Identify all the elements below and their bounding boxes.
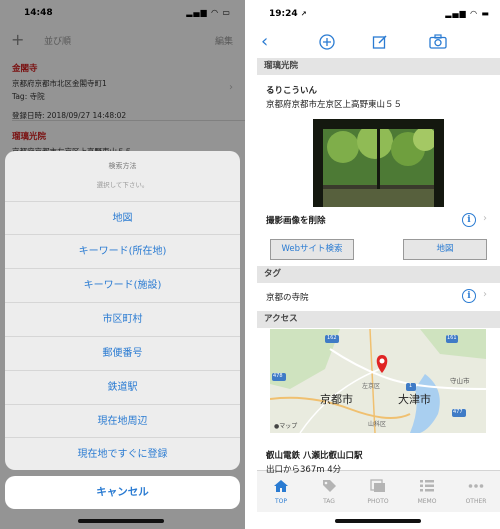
map-label: 守山市 bbox=[450, 377, 470, 385]
home-indicator bbox=[78, 519, 164, 523]
section-header-access: アクセス bbox=[257, 311, 500, 328]
section-header-place: 瑠璃光院 bbox=[257, 58, 500, 75]
camera-icon[interactable] bbox=[429, 34, 447, 53]
screen-gap bbox=[245, 0, 257, 529]
add-circle-icon[interactable] bbox=[319, 34, 335, 54]
map-credit: ●マップ bbox=[274, 423, 298, 430]
action-sheet: 検索方法 選択して下さい。 地図 キーワード(所在地) キーワード(施設) 市区… bbox=[5, 151, 240, 470]
section-header-tag: タグ bbox=[257, 266, 500, 283]
access-walk-time: 出口から367m 4分 bbox=[266, 465, 342, 475]
signal-wifi-battery-icon: ▂▄▆ ◠ ▬ bbox=[445, 9, 490, 18]
option-nearby[interactable]: 現在地周辺 bbox=[5, 404, 240, 437]
access-map[interactable]: 162 478 1 161 477 左京区 守山市 京都市 大津市 山科区 ●マ… bbox=[270, 329, 486, 433]
info-icon[interactable]: i bbox=[462, 289, 476, 303]
compose-icon[interactable] bbox=[372, 34, 388, 54]
info-icon[interactable]: i bbox=[462, 213, 476, 227]
option-keyword-facility[interactable]: キーワード(施設) bbox=[5, 268, 240, 301]
right-phone: 19:24 ↗ ▂▄▆ ◠ ▬ ‹ 瑠璃光院 るりこういん 京都府京都市左京区上… bbox=[257, 0, 500, 529]
place-reading: るりこういん bbox=[266, 86, 318, 96]
tab-other[interactable]: OTHER bbox=[452, 471, 500, 511]
map-button[interactable]: 地図 bbox=[403, 239, 487, 260]
place-address: 京都府京都市左京区上高野東山５５ bbox=[266, 100, 403, 110]
action-sheet-message: 選択して下さい。 bbox=[96, 181, 149, 189]
map-route-label: 477 bbox=[453, 409, 463, 415]
map-route-label: 162 bbox=[327, 335, 337, 341]
tab-bar: TOP TAG PHOTO MEMO OTHER bbox=[257, 470, 500, 512]
status-time: 19:24 ↗ bbox=[269, 9, 307, 19]
chevron-right-icon: › bbox=[483, 213, 487, 224]
more-icon bbox=[468, 484, 484, 488]
left-phone: 14:48 ▂▄▆ ◠ ▭ + 並び順 編集 金閣寺 京都府京都市北区金閣寺町1… bbox=[0, 0, 245, 529]
back-chevron-icon[interactable]: ‹ bbox=[261, 31, 268, 52]
option-register-here[interactable]: 現在地ですぐに登録 bbox=[5, 437, 240, 470]
map-label: 京都市 bbox=[320, 393, 353, 406]
option-station[interactable]: 鉄道駅 bbox=[5, 370, 240, 403]
option-municipality[interactable]: 市区町村 bbox=[5, 302, 240, 335]
option-map[interactable]: 地図 bbox=[5, 201, 240, 234]
location-arrow-icon: ↗ bbox=[300, 10, 307, 18]
tag-icon bbox=[323, 480, 336, 492]
option-keyword-address[interactable]: キーワード(所在地) bbox=[5, 234, 240, 267]
map-route-label: 478 bbox=[273, 373, 283, 379]
list-icon bbox=[420, 480, 434, 492]
screenshot-root: 14:48 ▂▄▆ ◠ ▭ + 並び順 編集 金閣寺 京都府京都市北区金閣寺町1… bbox=[0, 0, 500, 529]
home-indicator bbox=[335, 519, 421, 523]
map-label: 左京区 bbox=[362, 383, 381, 390]
map-label: 大津市 bbox=[398, 393, 431, 406]
tab-photo[interactable]: PHOTO bbox=[354, 471, 402, 511]
place-photo[interactable] bbox=[313, 119, 444, 207]
home-icon bbox=[274, 480, 288, 492]
chevron-right-icon: › bbox=[483, 289, 487, 300]
website-search-button[interactable]: Webサイト検索 bbox=[270, 239, 354, 260]
map-route-label: 1 bbox=[409, 383, 413, 389]
option-postal-code[interactable]: 郵便番号 bbox=[5, 336, 240, 369]
detail-toolbar: ‹ bbox=[257, 30, 500, 58]
photo-icon bbox=[370, 479, 385, 492]
map-label: 山科区 bbox=[368, 421, 387, 428]
access-station: 叡山電鉄 八瀬比叡山口駅 bbox=[266, 451, 363, 461]
tab-top[interactable]: TOP bbox=[257, 471, 305, 511]
map-route-label: 161 bbox=[447, 335, 457, 341]
action-sheet-title: 検索方法 bbox=[108, 162, 137, 170]
delete-photo-label[interactable]: 撮影画像を削除 bbox=[266, 214, 326, 226]
tab-tag[interactable]: TAG bbox=[305, 471, 353, 511]
tab-memo[interactable]: MEMO bbox=[403, 471, 451, 511]
tag-value: 京都の寺院 bbox=[266, 293, 309, 303]
status-bar: 19:24 ↗ ▂▄▆ ◠ ▬ bbox=[257, 0, 500, 24]
cancel-button[interactable]: キャンセル bbox=[5, 476, 240, 509]
